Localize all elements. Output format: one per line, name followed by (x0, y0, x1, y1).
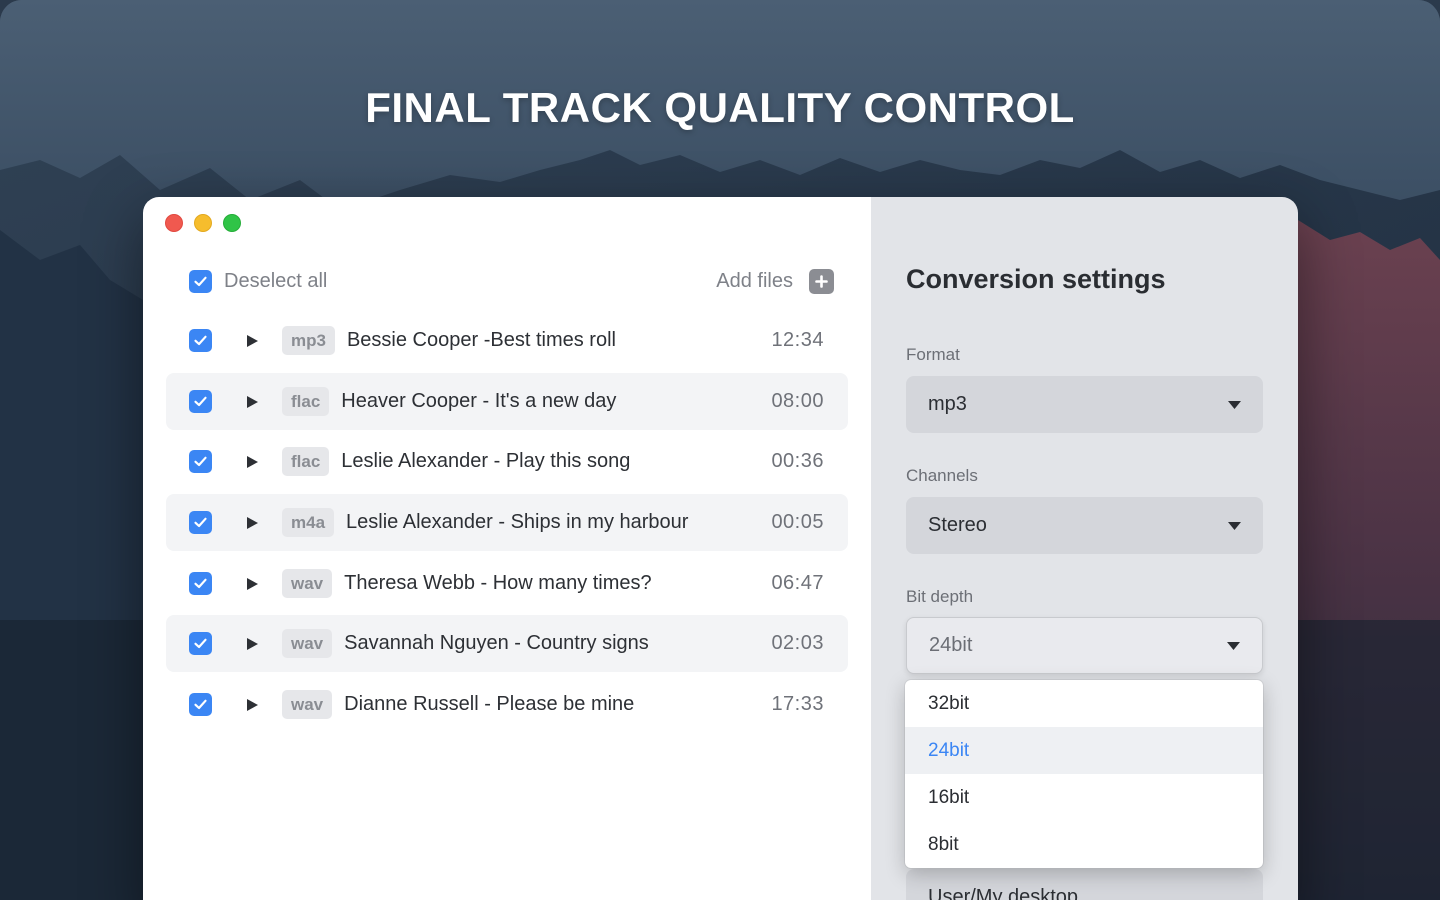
channels-select[interactable]: Stereo (906, 497, 1263, 554)
track-checkbox[interactable] (189, 390, 212, 413)
caret-down-icon (1228, 400, 1241, 409)
play-button[interactable] (246, 395, 260, 409)
play-button[interactable] (246, 637, 260, 651)
track-row[interactable]: wav Dianne Russell - Please be mine 17:33 (166, 676, 848, 733)
play-icon (247, 334, 258, 347)
track-row[interactable]: mp3 Bessie Cooper -Best times roll 12:34 (166, 312, 848, 369)
deselect-all-checkbox[interactable] (189, 269, 212, 293)
track-checkbox[interactable] (189, 693, 212, 716)
check-icon (194, 699, 207, 710)
settings-title: Conversion settings (906, 264, 1166, 294)
track-duration: 02:03 (771, 632, 824, 654)
track-row[interactable]: flac Heaver Cooper - It's a new day 08:00 (166, 373, 848, 430)
add-files-plus-button[interactable] (809, 268, 834, 294)
track-duration: 06:47 (771, 572, 824, 594)
track-checkbox[interactable] (189, 450, 212, 473)
format-badge: flac (282, 447, 330, 476)
play-icon (247, 395, 258, 408)
format-select[interactable]: mp3 (906, 376, 1263, 433)
track-row[interactable]: flac Leslie Alexander - Play this song 00:… (166, 433, 848, 490)
check-icon (194, 517, 207, 528)
deselect-all-label[interactable]: Deselect all (224, 270, 327, 293)
format-badge: flac (282, 387, 330, 416)
destination-select[interactable]: User/My desktop... (906, 869, 1263, 900)
channels-label: Channels (906, 466, 978, 485)
check-icon (194, 638, 207, 649)
caret-down-icon (1228, 521, 1241, 530)
format-badge: wav (282, 569, 333, 598)
play-icon (247, 455, 258, 468)
track-row[interactable]: wav Savannah Nguyen - Country signs 02:03 (166, 615, 848, 672)
check-icon (194, 396, 207, 407)
format-value: mp3 (928, 393, 967, 415)
play-icon (247, 637, 258, 650)
format-badge: wav (282, 690, 333, 719)
track-duration: 00:05 (771, 511, 824, 533)
check-icon (194, 578, 207, 589)
channels-value: Stereo (928, 514, 987, 536)
conversion-settings-pane: Conversion settings Format mp3 Channels … (871, 197, 1298, 900)
format-label: Format (906, 345, 960, 364)
destination-value: User/My desktop... (928, 886, 1095, 900)
play-icon (247, 577, 258, 590)
bit-depth-option[interactable]: 24bit (905, 727, 1263, 774)
track-duration: 00:36 (771, 450, 824, 472)
caret-down-icon (1227, 641, 1240, 650)
bit-depth-option[interactable]: 32bit (905, 680, 1263, 727)
format-badge: m4a (282, 508, 335, 537)
format-badge: wav (282, 629, 333, 658)
play-button[interactable] (246, 698, 260, 712)
play-button[interactable] (246, 455, 260, 469)
play-button[interactable] (246, 334, 260, 348)
track-checkbox[interactable] (189, 632, 212, 655)
track-title: Leslie Alexander - Ships in my harbour (346, 511, 689, 533)
track-title: Dianne Russell - Please be mine (344, 693, 635, 715)
app-window: Deselect all Add files mp3 Bessie Cooper … (143, 197, 1298, 900)
track-checkbox[interactable] (189, 572, 212, 595)
check-icon (194, 456, 207, 467)
track-row[interactable]: wav Theresa Webb - How many times? 06:47 (166, 555, 848, 612)
track-duration: 12:34 (771, 329, 824, 351)
track-checkbox[interactable] (189, 511, 212, 534)
track-title: Theresa Webb - How many times? (344, 572, 652, 594)
bit-depth-label: Bit depth (906, 587, 974, 606)
track-title: Heaver Cooper - It's a new day (341, 390, 617, 412)
track-checkbox[interactable] (189, 329, 212, 352)
bit-depth-dropdown-menu: 32bit 24bit 16bit 8bit (905, 680, 1263, 868)
play-button[interactable] (246, 577, 260, 591)
track-title: Leslie Alexander - Play this song (341, 450, 631, 472)
format-badge: mp3 (282, 326, 335, 355)
bit-depth-option[interactable]: 8bit (905, 821, 1263, 868)
track-title: Bessie Cooper -Best times roll (346, 329, 616, 351)
window-controls (165, 214, 241, 232)
track-row[interactable]: m4a Leslie Alexander - Ships in my harbou… (166, 494, 848, 551)
play-icon (247, 516, 258, 529)
bit-depth-select[interactable]: 24bit (906, 617, 1263, 674)
track-title: Savannah Nguyen - Country signs (344, 632, 649, 654)
track-duration: 17:33 (771, 693, 824, 715)
minimize-button[interactable] (194, 214, 212, 232)
plus-icon (815, 274, 828, 288)
hero-title: FINAL TRACK QUALITY CONTROL (365, 84, 1075, 131)
bit-depth-option[interactable]: 16bit (905, 774, 1263, 821)
track-duration: 08:00 (771, 390, 824, 412)
play-button[interactable] (246, 516, 260, 530)
play-icon (247, 698, 258, 711)
add-files-button[interactable]: Add files (716, 268, 834, 294)
file-list-pane: Deselect all Add files mp3 Bessie Cooper … (143, 197, 871, 900)
add-files-label[interactable]: Add files (716, 270, 793, 293)
check-icon (194, 276, 207, 286)
check-icon (194, 335, 207, 346)
zoom-button[interactable] (223, 214, 241, 232)
close-button[interactable] (165, 214, 183, 232)
bit-depth-value: 24bit (929, 634, 973, 656)
list-header: Deselect all Add files (189, 268, 834, 294)
